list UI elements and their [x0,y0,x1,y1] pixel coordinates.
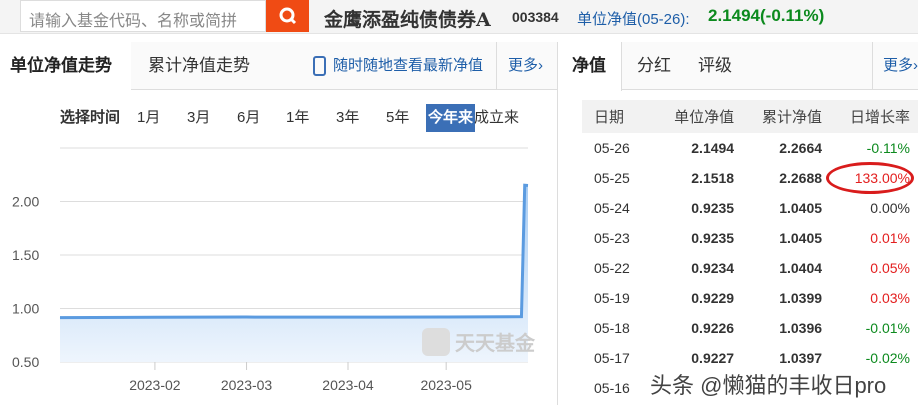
cell-date: 05-16 [594,380,630,396]
search-button[interactable] [266,0,309,32]
cell-date: 05-23 [594,230,630,246]
cell-chg: 0.03% [870,290,910,306]
cell-date: 05-26 [594,140,630,156]
y-tick-label: 2.00 [12,194,39,210]
cell-nav: 0.9235 [691,200,735,216]
table-row: 05-22 0.9234 1.0404 0.05% [582,253,918,283]
cell-date: 05-19 [594,290,630,306]
table-row: 05-24 0.9235 1.0405 0.00% [582,193,918,223]
more-link[interactable]: 更多› [883,42,918,90]
highlight-circle [826,162,914,194]
table-row: 05-18 0.9226 1.0396 -0.01% [582,313,918,343]
column-header: 累计净值 [742,100,831,133]
cell-acc: 2.2688 [779,170,823,186]
cell-date: 05-18 [594,320,630,336]
cell-date: 05-17 [594,350,630,366]
nav-line [59,183,529,320]
column-header: 日期 [582,100,655,133]
cell-date: 05-24 [594,200,630,216]
table-row: 05-26 2.1494 2.2664 -0.11% [582,133,918,163]
x-tick-label: 2023-05 [420,377,472,393]
x-tick-label: 2023-03 [221,377,273,393]
cell-nav: 2.1518 [691,170,735,186]
column-header: 单位净值 [654,100,743,133]
cell-date: 05-25 [594,170,630,186]
fund-name: 金鹰添盈纯债债券A [324,9,491,31]
search-input[interactable]: 请输入基金代码、名称或简拼 [20,0,266,32]
cell-nav: 0.9234 [691,260,735,276]
cell-acc: 1.0399 [779,290,823,306]
nav-chart: 0.50 1.00 1.50 2.00 2023-02 2023-03 2023-04 202… [12,147,536,393]
watermark: 头条 @懒猫的丰收日pro [650,373,887,398]
y-tick-label: 0.50 [12,354,39,370]
y-tick-label: 1.50 [12,247,39,263]
watermark-logo: 天天基金 [455,331,536,355]
cell-chg: -0.01% [865,320,910,336]
nav-chart-panel: 单位净值走势 累计净值走势 随时随地查看最新净值 更多› 选择时间 1月 3月 6月… [0,42,558,405]
cell-acc: 1.0405 [779,230,823,246]
cell-chg: 0.05% [870,260,910,276]
cell-chg: 0.01% [870,230,910,246]
nav-value: 2.1494(-0.11%) [708,6,825,25]
x-tick-label: 2023-04 [322,377,374,393]
logo-icon [422,328,450,356]
cell-nav: 2.1494 [691,140,735,156]
nav-table: 日期 单位净值 累计净值 日增长率 05-26 2.1494 2.2664 -0.11% 05… [582,100,918,403]
search-icon [279,7,296,25]
fund-code: 003384 [512,9,559,25]
x-tick-label: 2023-02 [129,377,181,393]
cell-acc: 1.0405 [779,200,823,216]
nav-label: 单位净值(05-26): [577,11,690,28]
cell-acc: 1.0396 [779,320,823,336]
tab-nav[interactable]: 净值 [560,42,622,91]
cell-acc: 1.0404 [779,260,823,276]
table-row: 05-23 0.9235 1.0405 0.01% [582,223,918,253]
y-tick-label: 1.00 [12,301,39,317]
cell-date: 05-22 [594,260,630,276]
cell-nav: 0.9229 [691,290,735,306]
top-bar: 请输入基金代码、名称或简拼 金鹰添盈纯债债券A 003384 单位净值(05-2… [0,0,918,34]
cell-chg: -0.11% [866,140,910,156]
table-row: 05-19 0.9229 1.0399 0.03% [582,283,918,313]
cell-chg: 0.00% [870,200,910,216]
column-header: 日增长率 [830,100,918,133]
tab-dividend[interactable]: 分红 [637,42,671,90]
nav-table-panel: 净值 分红 评级 更多› 日期 单位净值 累计净值 日增长率 05-26 2.1494 2… [560,42,918,405]
tab-rating[interactable]: 评级 [698,42,732,90]
cell-nav: 0.9226 [691,320,735,336]
cell-acc: 2.2664 [779,140,823,156]
cell-nav: 0.9235 [691,230,735,246]
